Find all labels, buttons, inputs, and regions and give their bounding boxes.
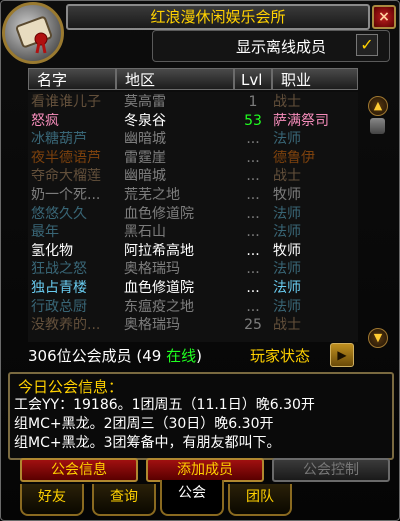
column-header-class[interactable]: 职业 (272, 68, 358, 90)
motd-title: 今日公会信息： (18, 378, 124, 396)
member-name: 最年 (31, 224, 59, 241)
member-zone: 莫高雷 (124, 94, 166, 110)
member-level: ... (246, 168, 260, 185)
online-label: 在线 (166, 347, 197, 365)
member-class: 法师 (273, 280, 301, 296)
roster-scrollbar[interactable]: ▲ ▼ (368, 92, 388, 348)
member-zone: 幽暗城 (124, 168, 166, 185)
close-paren: ) (196, 347, 202, 365)
scroll-down-icon[interactable]: ▼ (368, 328, 388, 348)
checkmark-icon: ✓ (360, 35, 374, 54)
member-zone: 黑石山 (124, 224, 166, 241)
tab-who[interactable]: 查询 (92, 484, 156, 516)
member-level: ... (246, 131, 260, 148)
guild-control-button[interactable]: 公会控制 (272, 458, 390, 482)
member-level: 1 (248, 94, 258, 110)
roster-row[interactable]: 最年 黑石山... 法师 (28, 224, 358, 241)
roster-row[interactable]: 独占青楼 血色修道院... 法师 (28, 280, 358, 297)
member-name: 独占青楼 (31, 280, 87, 296)
column-header-level[interactable]: Lvl (234, 68, 272, 90)
member-level: ... (246, 261, 260, 278)
member-level: 53 (244, 112, 262, 129)
column-header-name[interactable]: 名字 (28, 68, 116, 90)
roster-row[interactable]: 看谁谁儿子 莫高雷 1 战士 (28, 94, 358, 111)
member-class: 战士 (273, 94, 301, 110)
member-level: ... (246, 242, 260, 259)
roster-row[interactable]: 夜半德语芦 雷霆崖... 德鲁伊 (28, 150, 358, 167)
roster-row[interactable]: 冰糖葫芦 幽暗城... 法师 (28, 131, 358, 148)
member-name: 看谁谁儿子 (31, 94, 101, 110)
column-header-zone[interactable]: 地区 (116, 68, 234, 90)
roster-row[interactable]: 悠悠久久 血色修道院... 法师 (28, 206, 358, 223)
show-offline-checkbox[interactable]: ✓ (356, 34, 378, 56)
member-class: 法师 (273, 131, 301, 148)
member-class: 萨满祭司 (273, 112, 329, 129)
scroll-thumb[interactable] (370, 118, 385, 134)
member-name: 夜半德语芦 (31, 149, 101, 166)
member-name: 冰糖葫芦 (31, 131, 87, 148)
member-count: 306位公会成员 (49 在线) (28, 345, 202, 366)
member-class: 法师 (273, 298, 301, 315)
member-zone: 奥格瑞玛 (124, 317, 180, 334)
member-level: ... (246, 298, 260, 315)
roster-row[interactable]: 狂战之怒 奥格瑞玛... 法师 (28, 261, 358, 278)
motd-line: 组MC+黑龙。2团周三（30日）晚6.30开 (14, 416, 274, 432)
member-zone: 奥格瑞玛 (124, 261, 180, 278)
member-name: 氢化物 (31, 242, 73, 259)
roster-row[interactable]: 没教养的... 奥格瑞玛 25 战士 (28, 317, 358, 334)
member-zone: 血色修道院 (124, 205, 194, 222)
motd-text: 工会YY：19186。1团周五（11.1日）晚6.30开 组MC+黑龙。2团周三… (14, 396, 390, 453)
player-status-label: 玩家状态 (250, 347, 311, 365)
member-class: 法师 (273, 224, 301, 241)
member-name: 夺命大榴莲 (31, 168, 101, 185)
motd-line: 工会YY：19186。1团周五（11.1日）晚6.30开 (14, 397, 315, 413)
roster-row[interactable]: 行政总厨 东瘟疫之地... 法师 (28, 299, 358, 316)
member-level: ... (246, 205, 260, 222)
scroll-up-icon[interactable]: ▲ (368, 96, 388, 116)
member-zone: 血色修道院 (124, 280, 194, 296)
window-title: 红浪漫休闲娱乐会所 (66, 4, 370, 30)
member-class: 德鲁伊 (273, 149, 315, 166)
member-name: 狂战之怒 (31, 261, 87, 278)
member-name: 没教养的... (31, 317, 101, 334)
member-class: 法师 (273, 205, 301, 222)
member-class: 牧师 (273, 187, 301, 203)
member-name: 悠悠久久 (31, 205, 87, 222)
member-class: 牧师 (273, 242, 301, 259)
member-level: ... (246, 280, 260, 296)
guild-emblem-icon (2, 2, 64, 64)
member-zone: 东瘟疫之地 (124, 298, 194, 315)
guild-info-button[interactable]: 公会信息 (20, 458, 138, 482)
roster-row[interactable]: 氢化物 阿拉希高地... 牧师 (28, 243, 358, 260)
member-level: ... (246, 224, 260, 241)
roster-row[interactable]: 夺命大榴莲 幽暗城... 战士 (28, 168, 358, 185)
member-class: 法师 (273, 261, 301, 278)
member-zone: 雷霆崖 (124, 149, 166, 166)
member-count-text: 306位公会成员 (49 (28, 347, 167, 365)
member-name: 行政总厨 (31, 298, 87, 315)
tab-friends[interactable]: 好友 (20, 484, 84, 516)
tab-guild[interactable]: 公会 (160, 480, 224, 516)
guild-roster-list: 看谁谁儿子 莫高雷 1 战士 怒疯 冬泉谷 53 萨满祭司 冰糖葫芦 幽暗城... 法师 夜半德语芦雷… (28, 92, 358, 342)
member-zone: 冬泉谷 (124, 112, 166, 129)
member-level: ... (246, 149, 260, 166)
player-status-toggle-button[interactable]: ▶ (330, 343, 354, 367)
roster-row[interactable]: 怒疯 冬泉谷 53 萨满祭司 (28, 113, 358, 130)
roster-row[interactable]: 奶一个死... 荒芜之地... 牧师 (28, 187, 358, 204)
member-zone: 幽暗城 (124, 131, 166, 148)
member-level: ... (246, 187, 260, 203)
member-name: 怒疯 (31, 112, 59, 129)
show-offline-label: 显示离线成员 (236, 38, 327, 56)
add-member-button[interactable]: 添加成员 (146, 458, 264, 482)
member-class: 战士 (273, 168, 301, 185)
member-zone: 阿拉希高地 (124, 242, 194, 259)
tab-raid[interactable]: 团队 (228, 484, 292, 516)
member-class: 战士 (273, 317, 301, 334)
close-button[interactable]: × (372, 5, 396, 29)
motd-line: 组MC+黑龙。3团筹备中，有朋友都叫下。 (14, 435, 281, 451)
member-zone: 荒芜之地 (124, 187, 180, 203)
member-level: 25 (244, 317, 262, 334)
member-name: 奶一个死... (31, 187, 101, 203)
